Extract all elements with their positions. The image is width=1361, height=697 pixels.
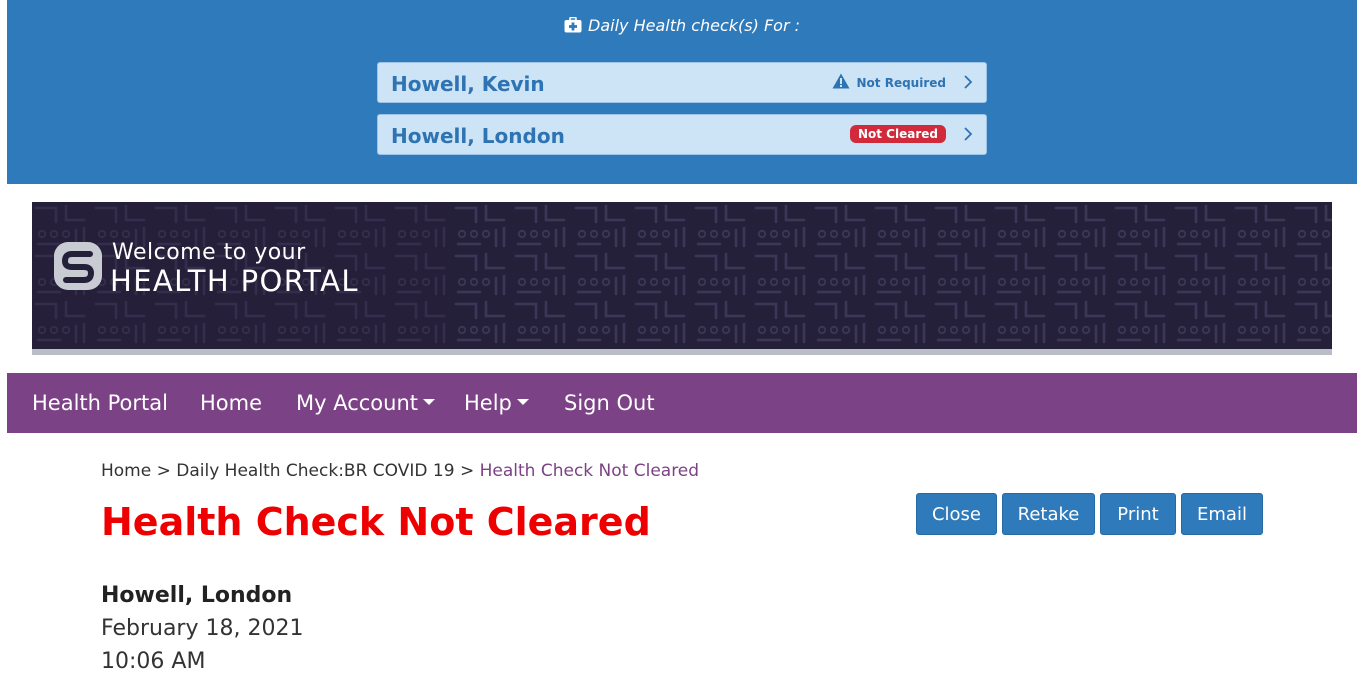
person-name: Howell, London: [391, 124, 565, 148]
person-card-london[interactable]: Howell, London Not Cleared: [377, 114, 987, 155]
nav-brand-health-portal[interactable]: Health Portal: [32, 391, 168, 415]
nav-help[interactable]: Help: [464, 391, 529, 415]
nav-my-account-label: My Account: [296, 391, 419, 415]
chevron-right-icon: [964, 127, 973, 141]
caret-down-icon: [516, 399, 529, 405]
daily-check-banner: Daily Health check(s) For : Howell, Kevi…: [7, 0, 1357, 184]
print-button[interactable]: Print: [1100, 493, 1176, 535]
status: Not Cleared: [849, 125, 946, 143]
nav-my-account[interactable]: My Account: [296, 391, 436, 415]
hero-welcome: Welcome to your: [112, 240, 306, 265]
email-button[interactable]: Email: [1181, 493, 1263, 535]
result-time: 10:06 AM: [101, 649, 206, 674]
status-text: Not Required: [856, 76, 946, 90]
result-person-name: Howell, London: [101, 583, 293, 608]
person-card-kevin[interactable]: Howell, Kevin Not Required: [377, 62, 987, 103]
breadcrumb: Home > Daily Health Check:BR COVID 19 > …: [101, 461, 699, 481]
status-badge: Not Cleared: [849, 125, 946, 143]
retake-button[interactable]: Retake: [1002, 493, 1095, 535]
health-portal-logo: [54, 242, 102, 290]
warning-icon: [832, 73, 850, 93]
breadcrumb-current: Health Check Not Cleared: [479, 461, 700, 481]
person-name: Howell, Kevin: [391, 72, 545, 96]
daily-check-header-text: Daily Health check(s) For :: [588, 16, 800, 35]
nav-help-label: Help: [464, 391, 512, 415]
breadcrumb-separator: >: [156, 461, 171, 481]
page-title: Health Check Not Cleared: [101, 500, 651, 544]
close-button[interactable]: Close: [916, 493, 997, 535]
hero-divider: [32, 349, 1332, 355]
hero-title: HEALTH PORTAL: [110, 264, 359, 298]
caret-down-icon: [423, 399, 436, 405]
status: Not Required: [832, 73, 946, 93]
medical-kit-icon: [564, 16, 582, 37]
breadcrumb-separator: >: [459, 461, 475, 481]
breadcrumb-home[interactable]: Home: [101, 461, 151, 481]
chevron-right-icon: [964, 75, 973, 89]
breadcrumb-daily-check[interactable]: Daily Health Check:BR COVID 19: [176, 461, 454, 481]
hero-banner: Welcome to your HEALTH PORTAL: [32, 202, 1332, 350]
daily-check-header: Daily Health check(s) For :: [7, 16, 1357, 37]
nav-home[interactable]: Home: [200, 391, 262, 415]
result-date: February 18, 2021: [101, 616, 304, 641]
nav-sign-out[interactable]: Sign Out: [564, 391, 655, 415]
main-navbar: Health Portal Home My Account Help Sign …: [7, 373, 1357, 433]
